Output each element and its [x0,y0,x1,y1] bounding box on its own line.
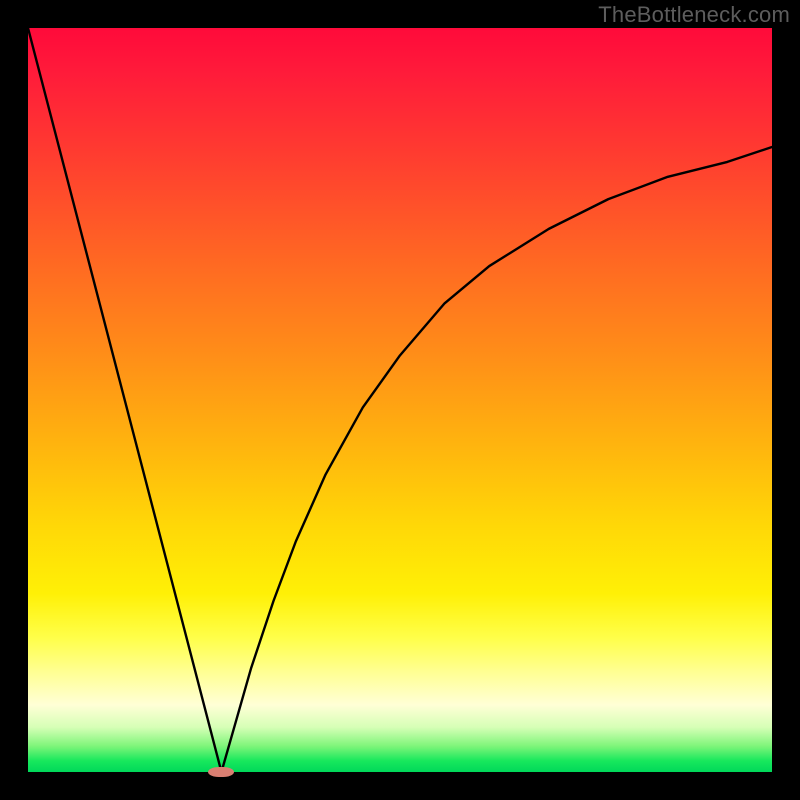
plot-area [28,28,772,772]
curve-path [28,28,772,772]
bottleneck-curve [28,28,772,772]
watermark-text: TheBottleneck.com [598,2,790,28]
chart-frame: TheBottleneck.com [0,0,800,800]
minimum-marker [208,767,234,777]
